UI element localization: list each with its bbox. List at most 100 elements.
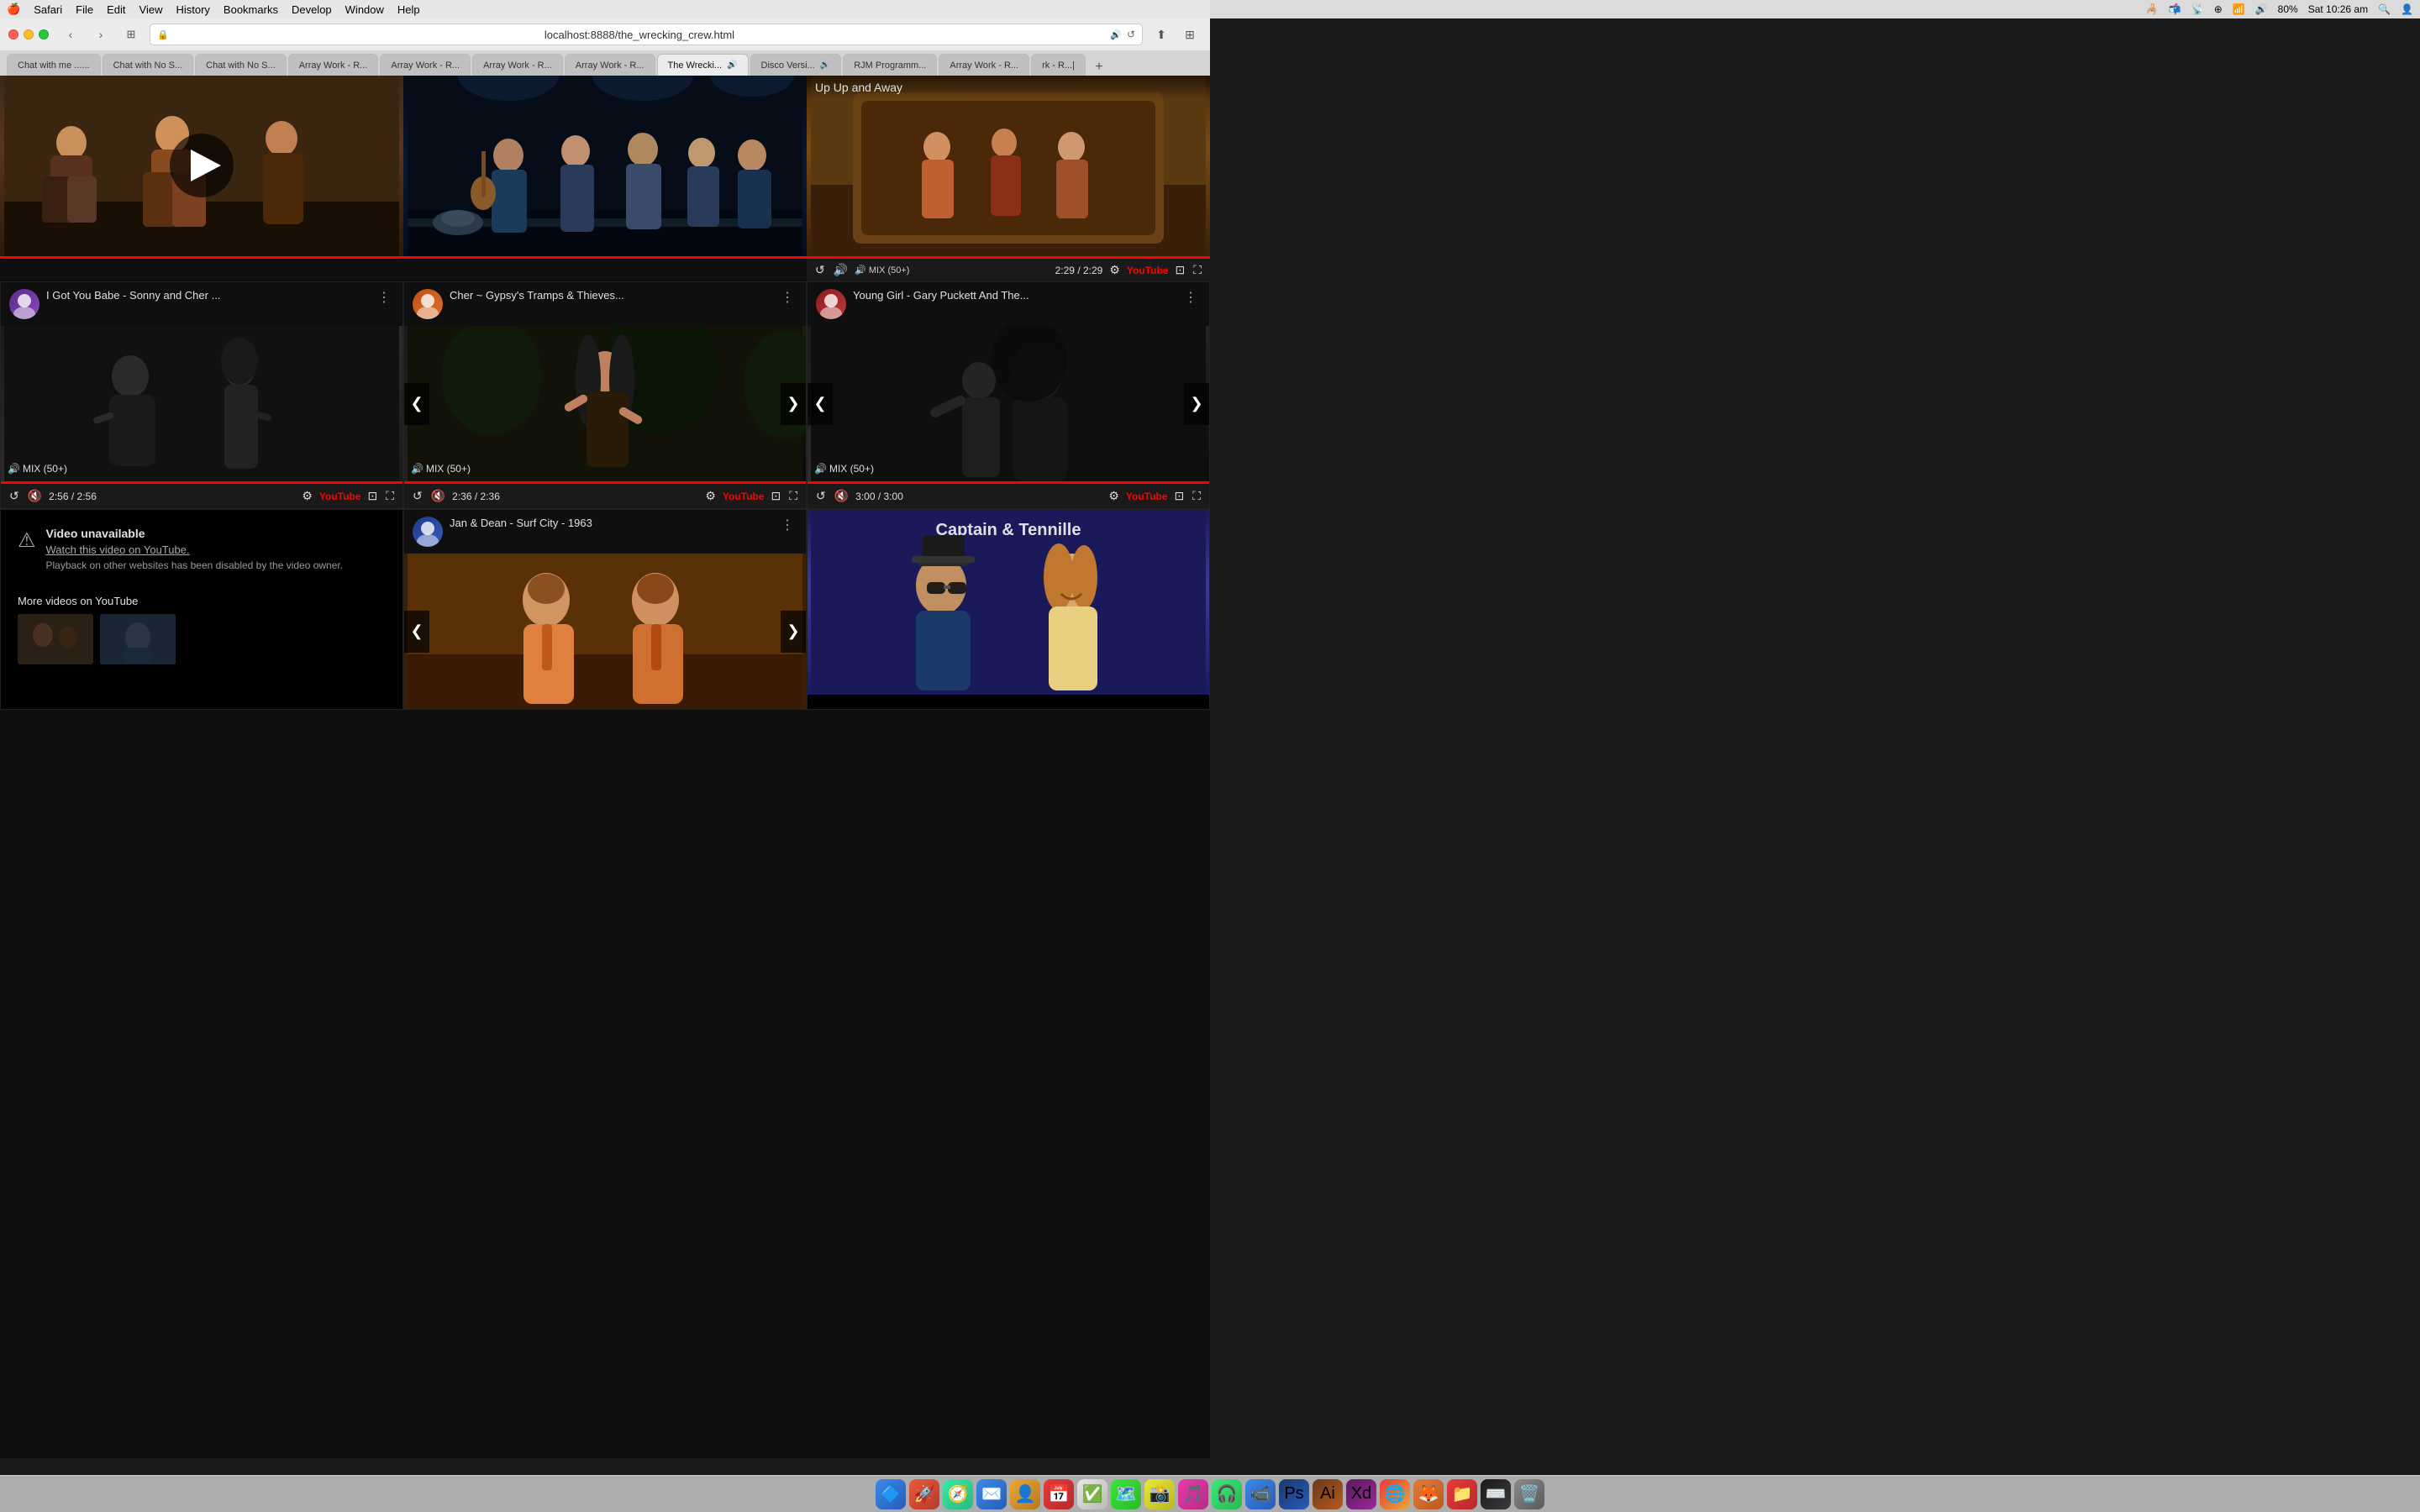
dock-maps[interactable]: 🗺️ <box>1111 1479 1141 1509</box>
dock-terminal[interactable]: ⌨️ <box>1481 1479 1511 1509</box>
cast-1[interactable]: ⊡ <box>366 487 379 505</box>
dock-contacts[interactable]: 👤 <box>1010 1479 1040 1509</box>
menu-view[interactable]: View <box>139 3 163 16</box>
carousel-next-3[interactable]: ❯ <box>1184 383 1209 425</box>
dock-photos[interactable]: 📸 <box>1144 1479 1175 1509</box>
dock-calendar[interactable]: 📅 <box>1044 1479 1074 1509</box>
fullscreen-3[interactable]: ⛶ <box>1191 487 1202 505</box>
carousel-prev-jan-dean[interactable]: ❮ <box>404 611 429 653</box>
apple-menu[interactable]: 🍎 <box>7 3 20 16</box>
stage-video-thumbnail[interactable] <box>403 76 807 256</box>
video-1-menu-btn[interactable]: ⋮ <box>374 289 394 306</box>
replay-2[interactable]: ↺ <box>411 487 424 505</box>
dock-itunes[interactable]: 🎵 <box>1178 1479 1208 1509</box>
replay-1[interactable]: ↺ <box>8 487 21 505</box>
tab-array-5[interactable]: Array Work - R... <box>939 54 1029 76</box>
cast-btn-top[interactable]: ⊡ <box>1173 261 1186 279</box>
video-jan-dean-thumbnail[interactable]: ❮ <box>404 554 806 709</box>
dock-launchpad[interactable]: 🚀 <box>909 1479 939 1509</box>
dock-zoom[interactable]: 📹 <box>1245 1479 1276 1509</box>
channel-avatar-1[interactable] <box>9 289 39 319</box>
tab-rjm[interactable]: RJM Programm... <box>843 54 937 76</box>
menu-file[interactable]: File <box>76 3 93 16</box>
channel-avatar-3[interactable] <box>816 289 846 319</box>
dock-firefox[interactable]: 🦊 <box>1413 1479 1444 1509</box>
fullscreen-btn-top[interactable]: ⛶ <box>1192 261 1203 279</box>
fullscreen-2[interactable]: ⛶ <box>787 487 799 505</box>
tab-chat-1[interactable]: Chat with me ...... <box>7 54 101 76</box>
channel-avatar-jan-dean[interactable] <box>413 517 443 547</box>
more-thumb-1[interactable] <box>18 614 93 664</box>
tab-array-1[interactable]: Array Work - R... <box>288 54 379 76</box>
settings-2[interactable]: ⚙ <box>703 487 718 505</box>
settings-3[interactable]: ⚙ <box>1107 487 1121 505</box>
tvshow-thumbnail[interactable]: Up Up and Away <box>807 76 1210 256</box>
audio-playing-icon[interactable]: 🔊 <box>1110 29 1122 40</box>
tab-array-4[interactable]: Array Work - R... <box>565 54 655 76</box>
menu-history[interactable]: History <box>176 3 209 16</box>
dock-photoshop[interactable]: Ps <box>1279 1479 1309 1509</box>
new-tab-button[interactable]: ⊞ <box>1178 25 1202 44</box>
mute-btn-top[interactable]: 🔊 <box>832 261 850 279</box>
address-bar[interactable]: 🔒 localhost:8888/the_wrecking_crew.html … <box>150 24 1143 45</box>
replay-3[interactable]: ↺ <box>814 487 828 505</box>
band-video-thumbnail[interactable] <box>0 76 403 256</box>
fullscreen-1[interactable]: ⛶ <box>384 487 396 505</box>
sidebar-button[interactable]: ⊞ <box>119 25 143 44</box>
tab-chat-3[interactable]: Chat with No S... <box>195 54 287 76</box>
dock-illustrator[interactable]: Ai <box>1313 1479 1343 1509</box>
carousel-next-jan-dean[interactable]: ❯ <box>781 611 806 653</box>
mute-1[interactable]: 🔇 <box>26 487 44 505</box>
watch-on-youtube-link[interactable]: Watch this video on YouTube. <box>46 543 344 556</box>
carousel-prev-2[interactable]: ❮ <box>404 383 429 425</box>
mute-3[interactable]: 🔇 <box>833 487 850 505</box>
tab-chat-2[interactable]: Chat with No S... <box>103 54 194 76</box>
cast-3[interactable]: ⊡ <box>1172 487 1186 505</box>
menu-develop[interactable]: Develop <box>292 3 332 16</box>
dock-trash[interactable]: 🗑️ <box>1514 1479 1544 1509</box>
tab-wrecking-crew[interactable]: The Wrecki... 🔊 <box>657 54 749 76</box>
tab-array-3[interactable]: Array Work - R... <box>472 54 563 76</box>
mute-2[interactable]: 🔇 <box>429 487 447 505</box>
reload-button[interactable]: ↺ <box>1127 29 1135 40</box>
settings-1[interactable]: ⚙ <box>300 487 314 505</box>
menu-window[interactable]: Window <box>345 3 384 16</box>
dock-reminders[interactable]: ✅ <box>1077 1479 1107 1509</box>
video-2-thumbnail[interactable]: ❮ <box>404 326 806 481</box>
replay-btn-top[interactable]: ↺ <box>813 261 827 279</box>
minimize-button[interactable] <box>24 29 34 39</box>
channel-avatar-2[interactable] <box>413 289 443 319</box>
dock-finder[interactable]: 🔷 <box>876 1479 906 1509</box>
maximize-button[interactable] <box>39 29 49 39</box>
menu-bookmarks[interactable]: Bookmarks <box>224 3 278 16</box>
dock-xd[interactable]: Xd <box>1346 1479 1376 1509</box>
video-3-menu-btn[interactable]: ⋮ <box>1181 289 1201 306</box>
carousel-next-2[interactable]: ❯ <box>781 383 806 425</box>
close-button[interactable] <box>8 29 18 39</box>
dock-mail[interactable]: ✉️ <box>976 1479 1007 1509</box>
video-1-thumbnail[interactable]: 🔊 MIX (50+) <box>1 326 402 481</box>
video-jan-dean-menu-btn[interactable]: ⋮ <box>777 517 797 533</box>
cast-2[interactable]: ⊡ <box>769 487 782 505</box>
search-icon[interactable]: 🔍 <box>2378 3 2391 15</box>
back-button[interactable]: ‹ <box>59 25 82 44</box>
video-2-menu-btn[interactable]: ⋮ <box>777 289 797 306</box>
carousel-prev-3[interactable]: ❮ <box>808 383 833 425</box>
settings-btn-top[interactable]: ⚙ <box>1107 261 1122 279</box>
dock-spotify[interactable]: 🎧 <box>1212 1479 1242 1509</box>
new-tab-plus-button[interactable]: + <box>1091 59 1107 76</box>
dock-chrome[interactable]: 🌐 <box>1380 1479 1410 1509</box>
tab-array-2[interactable]: Array Work - R... <box>380 54 471 76</box>
tab-disco[interactable]: Disco Versi... 🔊 <box>750 54 842 76</box>
video-captain-thumbnail[interactable]: Captain & Tennille <box>808 510 1209 695</box>
forward-button[interactable]: › <box>89 25 113 44</box>
dock-filezilla[interactable]: 📁 <box>1447 1479 1477 1509</box>
dock-safari[interactable]: 🧭 <box>943 1479 973 1509</box>
menu-edit[interactable]: Edit <box>107 3 125 16</box>
more-thumb-2[interactable] <box>100 614 176 664</box>
menu-safari[interactable]: Safari <box>34 3 62 16</box>
tab-last[interactable]: rk - R...| <box>1031 54 1086 76</box>
menu-help[interactable]: Help <box>397 3 420 16</box>
video-3-thumbnail[interactable]: ❮ 🔊 MIX ( <box>808 326 1209 481</box>
share-button[interactable]: ⬆ <box>1150 25 1173 44</box>
